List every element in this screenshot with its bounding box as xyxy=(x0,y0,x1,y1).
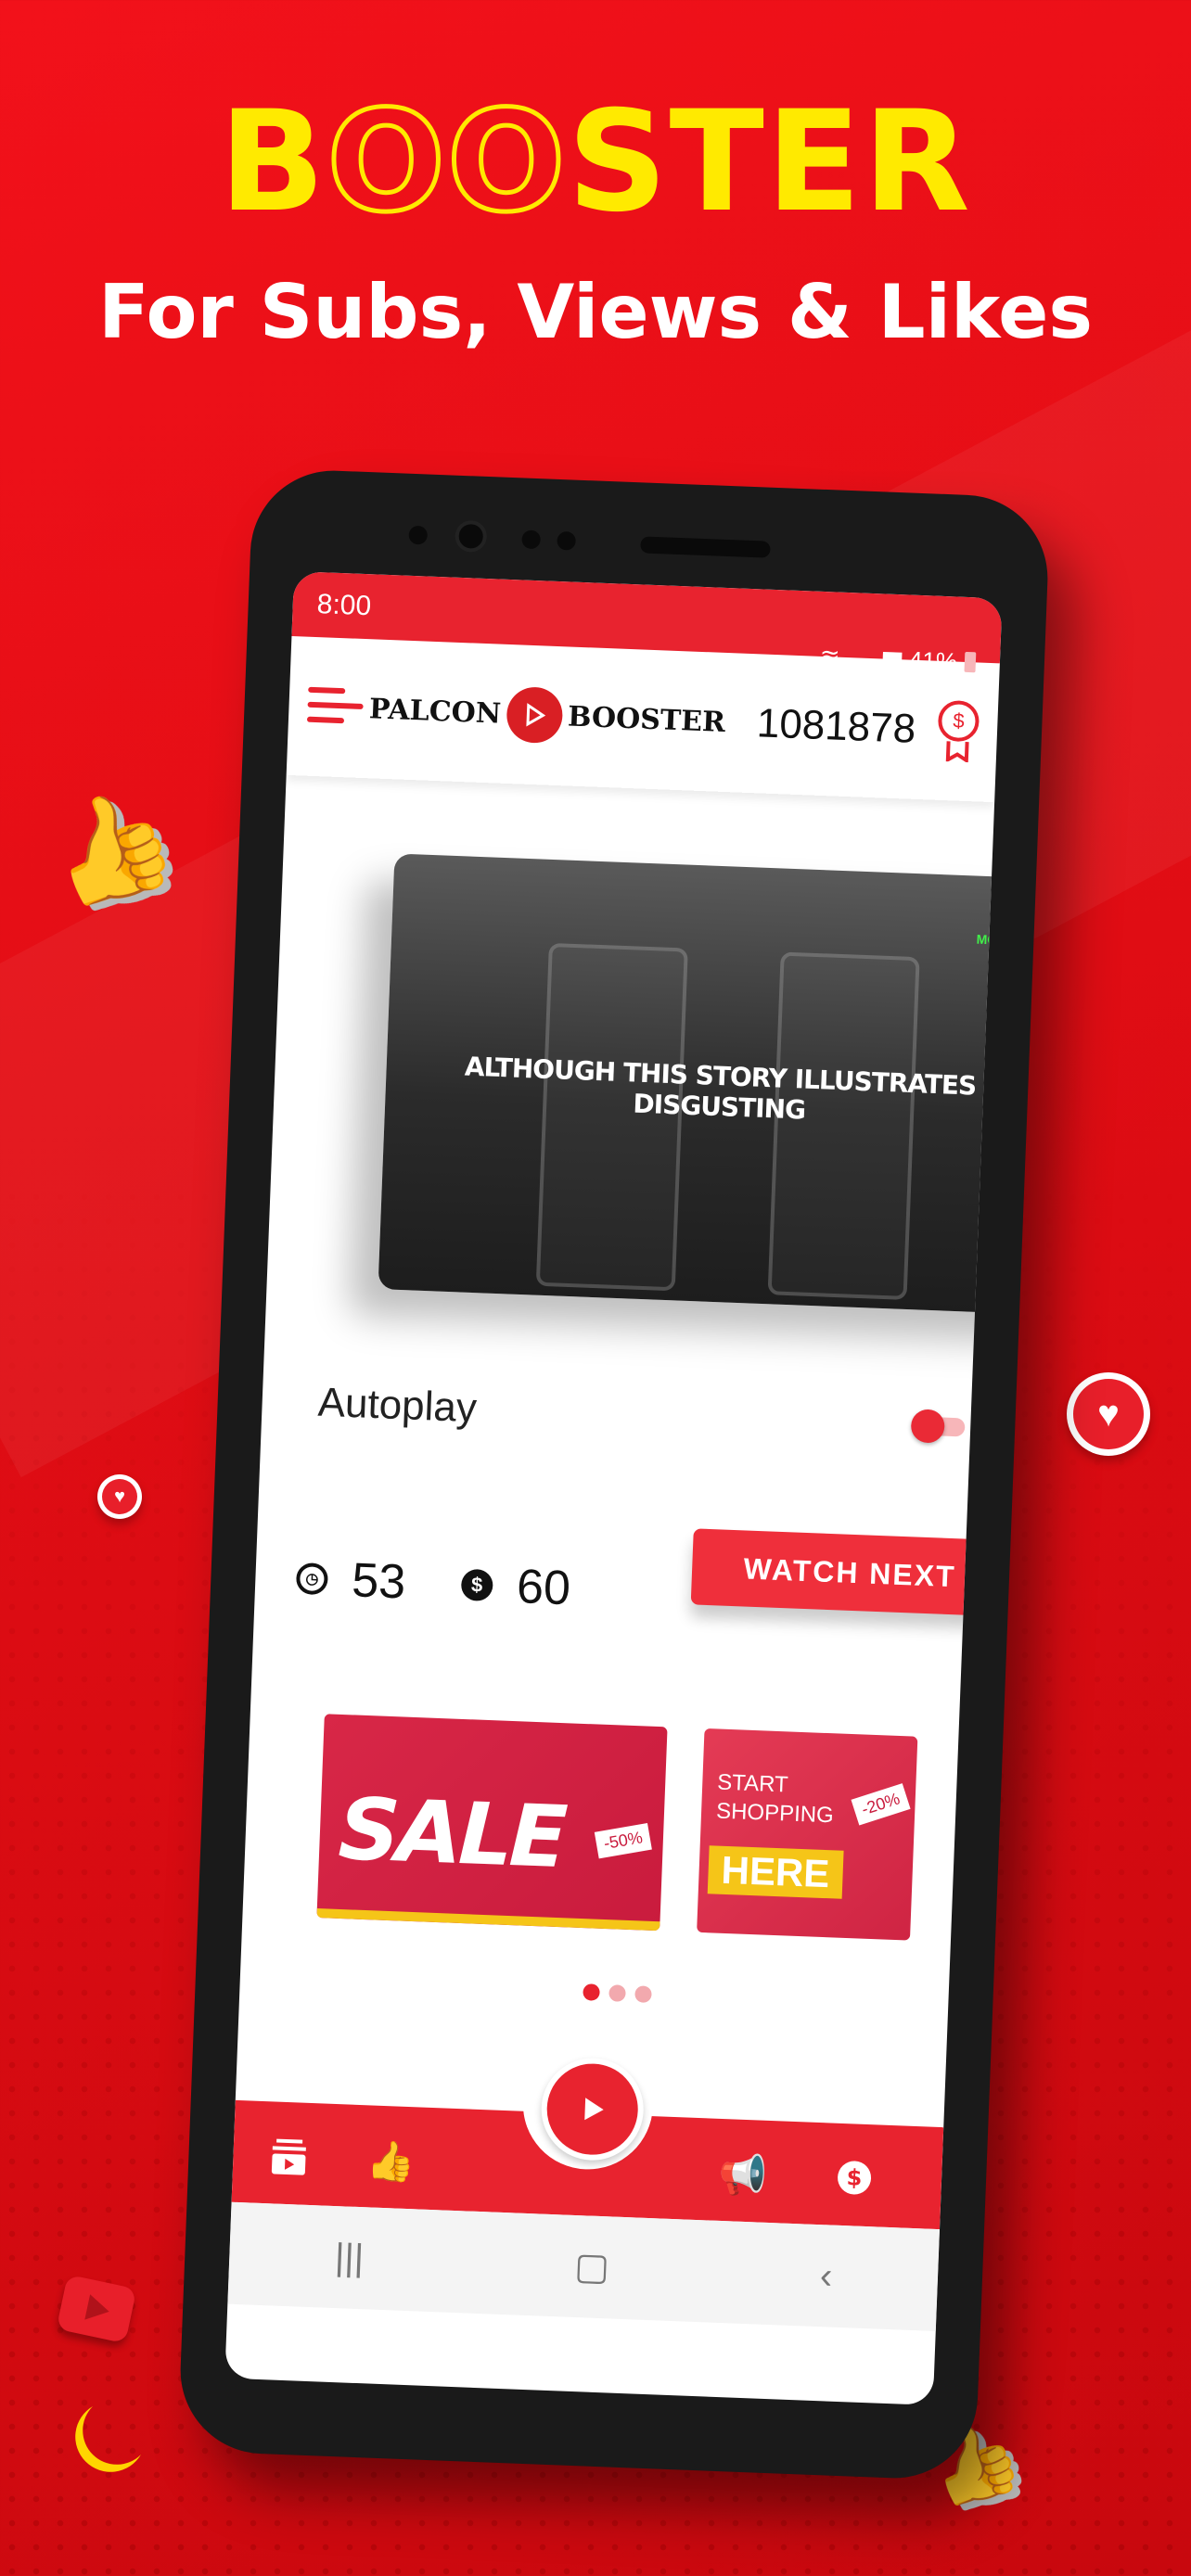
video-watermark: MOTIVATION xyxy=(976,931,1003,950)
back-icon[interactable]: ‹ xyxy=(819,2255,833,2297)
banner-highlight: HERE xyxy=(707,1845,844,1899)
svg-text:$: $ xyxy=(846,2164,863,2191)
crescent-icon xyxy=(65,2397,148,2480)
heart-icon: ♥ xyxy=(1067,1372,1150,1456)
megaphone-icon[interactable]: 📢 xyxy=(714,2152,772,2200)
reward-badge-icon[interactable]: $ xyxy=(937,699,980,763)
app-screen: 8:00 ≋ ▂▄▆ 41% PALCON BOOSTER 1081878 $ … xyxy=(224,571,1003,2405)
timer-stat: ◷ 53 xyxy=(295,1550,406,1610)
sensor xyxy=(521,529,542,550)
home-icon[interactable]: ▢ xyxy=(573,2245,610,2289)
carousel-dot[interactable] xyxy=(608,1984,626,2002)
app-logo: PALCON BOOSTER xyxy=(368,681,726,750)
subscriptions-icon[interactable] xyxy=(260,2135,317,2187)
watch-next-button[interactable]: WATCH NEXT xyxy=(690,1528,1003,1617)
app-bar: PALCON BOOSTER 1081878 $ xyxy=(287,636,1000,802)
timer-value: 53 xyxy=(351,1553,407,1610)
carousel-indicator xyxy=(583,1983,652,2003)
autoplay-toggle[interactable] xyxy=(910,1409,967,1444)
recents-icon[interactable]: ||| xyxy=(334,2237,365,2279)
menu-icon[interactable] xyxy=(306,683,364,730)
dollar-icon[interactable]: $ xyxy=(826,2156,883,2208)
video-player[interactable]: MOTIVATION ALTHOUGH THIS STORY ILLUSTRAT… xyxy=(378,853,1003,1315)
logo-text-right: BOOSTER xyxy=(567,699,726,739)
coin-balance: 1081878 xyxy=(755,700,917,752)
banner-tag: -50% xyxy=(594,1822,652,1859)
promo-subline: For Subs, Views & Likes xyxy=(98,269,1093,355)
reward-value: 60 xyxy=(516,1560,572,1616)
phone-frame: 8:00 ≋ ▂▄▆ 41% PALCON BOOSTER 1081878 $ … xyxy=(177,467,1051,2481)
carousel-dot[interactable] xyxy=(634,1985,652,2003)
autoplay-label: Autoplay xyxy=(316,1379,478,1432)
play-icon xyxy=(584,2098,604,2121)
dollar-icon: $ xyxy=(460,1568,493,1602)
promo-banner-shopping[interactable]: START SHOPPING HERE -20% xyxy=(697,1728,918,1941)
promo-banner-sale[interactable]: SALE -50% xyxy=(316,1714,668,1932)
promo-headline: BOOSTER xyxy=(219,82,972,243)
reward-stat: $ 60 xyxy=(460,1557,571,1616)
sensor xyxy=(557,530,576,551)
like-icon[interactable]: 👍 xyxy=(362,2138,419,2186)
earpiece xyxy=(640,536,771,558)
sensor xyxy=(408,525,429,545)
banner-text: START SHOPPING xyxy=(715,1769,835,1829)
banner-title: SALE xyxy=(337,1779,566,1888)
autoplay-row: Autoplay xyxy=(317,1380,967,1451)
banner-tag: -20% xyxy=(851,1783,911,1826)
status-time: 8:00 xyxy=(316,589,372,622)
play-logo-icon xyxy=(505,685,564,745)
heart-icon: ♥ xyxy=(97,1474,142,1519)
front-camera xyxy=(455,519,488,553)
clock-icon: ◷ xyxy=(295,1562,329,1596)
carousel-dot[interactable] xyxy=(583,1983,600,2001)
logo-text-left: PALCON xyxy=(368,692,502,731)
